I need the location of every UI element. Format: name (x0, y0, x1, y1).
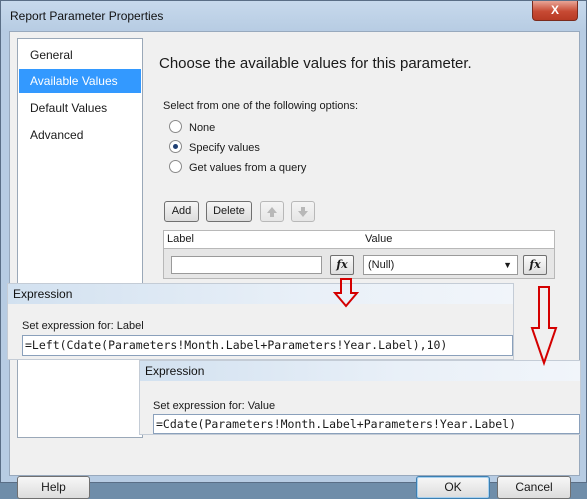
radio-get-values-from-query[interactable] (169, 160, 182, 173)
column-header-value: Value (365, 233, 393, 245)
nav-item-default-values[interactable]: Default Values (19, 96, 141, 120)
annotation-arrow-to-label-expression (332, 278, 360, 308)
option-get-values-from-query[interactable]: Get values from a query (169, 160, 306, 176)
annotation-arrow-to-value-expression (530, 286, 558, 367)
delete-button[interactable]: Delete (206, 201, 252, 222)
value-dropdown-selected: (Null) (368, 259, 395, 271)
radio-specify-values[interactable] (169, 140, 182, 153)
expression-value-title[interactable]: Expression (140, 361, 580, 381)
option-none-label: None (189, 122, 216, 134)
expression-dialog-label: Expression Set expression for: Label =Le… (7, 283, 514, 360)
radio-none[interactable] (169, 120, 182, 133)
option-query-label: Get values from a query (189, 162, 307, 174)
cancel-button[interactable]: Cancel (497, 476, 571, 499)
label-input[interactable] (171, 256, 322, 274)
window-title: Report Parameter Properties (10, 9, 164, 23)
expression-dialog-value: Expression Set expression for: Value =Cd… (139, 360, 581, 435)
label-expression-button[interactable]: fx (330, 255, 354, 275)
expression-label-caption: Set expression for: Label (22, 320, 144, 332)
option-specify-values-label: Specify values (189, 142, 260, 154)
move-down-button[interactable] (291, 201, 315, 222)
ok-button[interactable]: OK (416, 476, 490, 499)
column-header-label: Label (167, 233, 194, 245)
page-heading: Choose the available values for this par… (159, 55, 472, 72)
arrow-up-icon (267, 207, 277, 217)
values-grid-row: fx (Null) ▼ fx (163, 249, 555, 279)
title-bar[interactable]: Report Parameter Properties X (1, 1, 586, 31)
chevron-down-icon: ▼ (503, 260, 512, 270)
value-expression-button[interactable]: fx (523, 255, 547, 275)
expression-label-title[interactable]: Expression (8, 284, 513, 304)
move-up-button[interactable] (260, 201, 284, 222)
nav-item-advanced[interactable]: Advanced (19, 123, 141, 147)
option-none[interactable]: None (169, 120, 215, 136)
nav-item-available-values[interactable]: Available Values (19, 69, 141, 93)
expression-value-caption: Set expression for: Value (153, 400, 276, 412)
arrow-down-icon (298, 207, 308, 217)
option-specify-values[interactable]: Specify values (169, 140, 260, 156)
expression-label-input[interactable]: =Left(Cdate(Parameters!Month.Label+Param… (22, 335, 513, 356)
options-label: Select from one of the following options… (163, 100, 359, 112)
values-grid-header: Label Value (163, 230, 555, 249)
add-button[interactable]: Add (164, 201, 199, 222)
close-button[interactable]: X (532, 1, 578, 21)
expression-value-input[interactable]: =Cdate(Parameters!Month.Label+Parameters… (153, 414, 580, 434)
nav-item-general[interactable]: General (19, 43, 141, 67)
page-navigation: General Available Values Default Values … (17, 38, 143, 438)
help-button[interactable]: Help (17, 476, 90, 499)
value-dropdown[interactable]: (Null) ▼ (363, 255, 518, 275)
